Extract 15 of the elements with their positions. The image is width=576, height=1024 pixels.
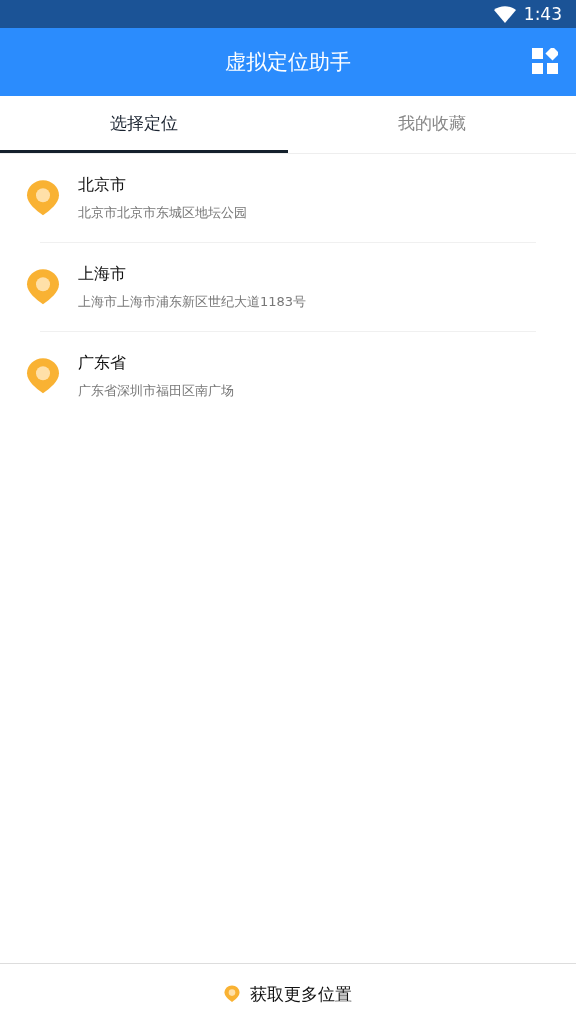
location-name[interactable]: 广东省 [78, 352, 234, 374]
app-title: 虚拟定位助手 [225, 49, 351, 76]
location-pin-icon [26, 357, 60, 395]
status-time: 1:43 [523, 4, 562, 24]
location-pin-icon [224, 985, 240, 1003]
location-name[interactable]: 上海市 [78, 263, 307, 285]
location-pin-icon [26, 179, 60, 217]
location-name[interactable]: 北京市 [78, 174, 247, 196]
grid-icon [532, 48, 558, 74]
location-address: 上海市上海市浦东新区世纪大道1183号 [78, 292, 307, 311]
wifi-icon [493, 5, 516, 23]
location-pin-icon [26, 268, 60, 306]
grid-menu-button[interactable] [532, 48, 560, 76]
location-address: 北京市北京市东城区地坛公园 [78, 203, 247, 222]
location-address: 广东省深圳市福田区南广场 [78, 381, 234, 400]
